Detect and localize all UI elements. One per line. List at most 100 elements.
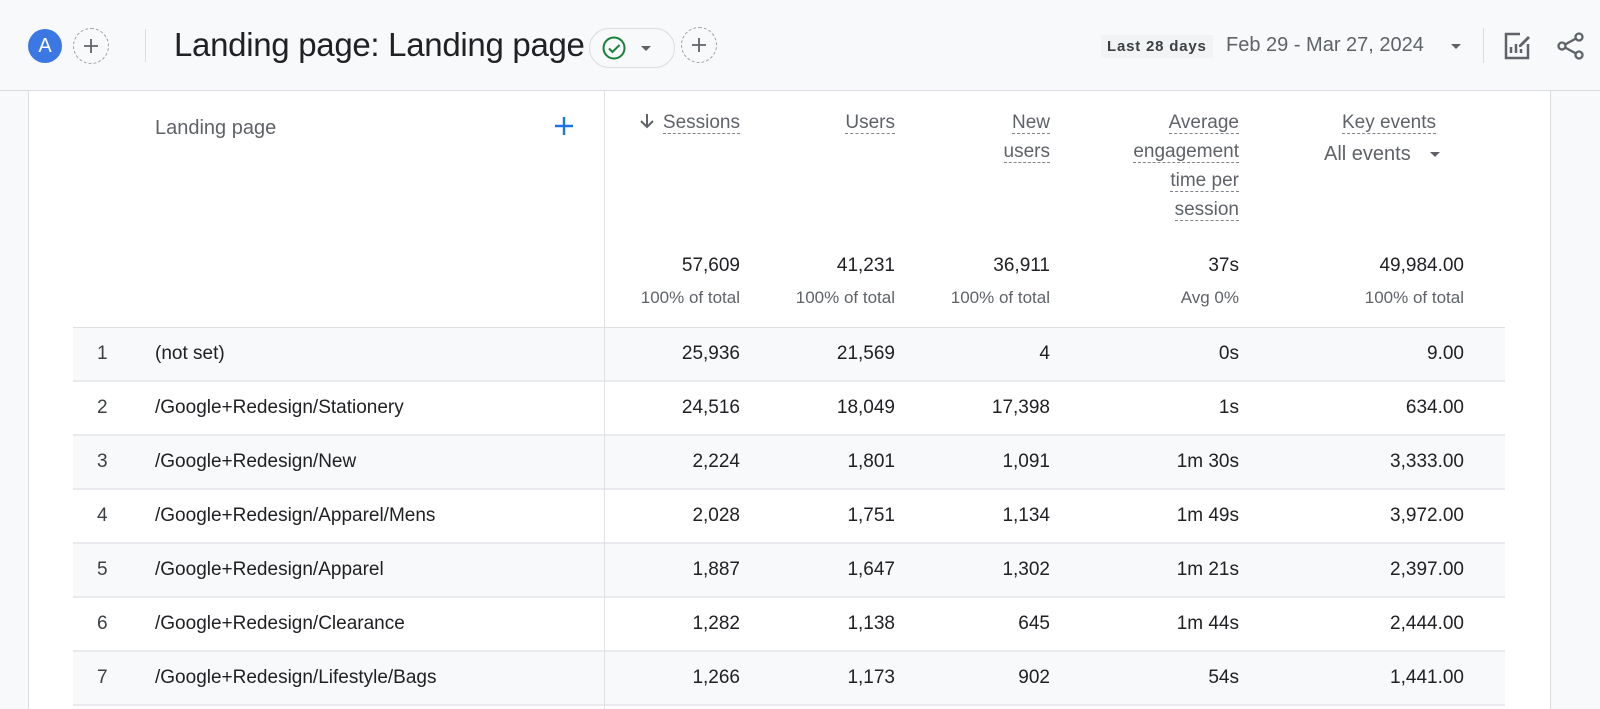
cell-key-events: 2,444.00 [1390, 613, 1464, 634]
cell-sessions: 25,936 [681, 343, 740, 364]
table-row: 3 /Google+Redesign/New 2,224 1,801 1,091… [73, 436, 1505, 490]
add-comparison-button[interactable] [73, 28, 109, 64]
row-landing-page[interactable]: /Google+Redesign/Clearance [155, 613, 405, 635]
add-filter-button[interactable] [681, 27, 717, 63]
cell-avg-engagement: 54s [1208, 667, 1239, 688]
cell-key-events: 9.00 [1427, 343, 1464, 364]
plus-icon [84, 39, 98, 53]
row-rank: 6 [97, 613, 108, 634]
divider [1483, 28, 1484, 63]
cell-sessions: 1,266 [692, 667, 740, 688]
column-header-key-events[interactable]: Key events [1342, 108, 1436, 137]
row-rank: 1 [97, 343, 108, 364]
cell-avg-engagement: 1m 30s [1176, 451, 1239, 472]
cell-users: 1,751 [847, 505, 895, 526]
table-row: 4 /Google+Redesign/Apparel/Mens 2,028 1,… [73, 490, 1505, 544]
table-row: 7 /Google+Redesign/Lifestyle/Bags 1,266 … [73, 652, 1505, 706]
cell-new-users: 17,398 [991, 397, 1050, 418]
total-sessions-sub: 100% of total [640, 288, 740, 307]
row-landing-page[interactable]: /Google+Redesign/Apparel [155, 559, 384, 581]
data-table: Landing page Sessions Users New users Av… [73, 91, 1505, 709]
divider [145, 29, 146, 62]
cell-new-users: 902 [1018, 667, 1050, 688]
cell-avg-engagement: 1m 21s [1176, 559, 1239, 580]
table-row: 6 /Google+Redesign/Clearance 1,282 1,138… [73, 598, 1505, 652]
row-landing-page[interactable]: /Google+Redesign/Apparel/Mens [155, 505, 435, 527]
cell-sessions: 2,028 [692, 505, 740, 526]
cell-key-events: 1,441.00 [1390, 667, 1464, 688]
cell-key-events: 3,333.00 [1390, 451, 1464, 472]
cell-sessions: 1,887 [692, 559, 740, 580]
cell-key-events: 2,397.00 [1390, 559, 1464, 580]
column-header-new-users[interactable]: New users [1003, 108, 1050, 166]
row-landing-page[interactable]: /Google+Redesign/Lifestyle/Bags [155, 667, 436, 689]
check-circle-icon [602, 36, 626, 60]
edit-chart-icon [1504, 32, 1530, 60]
total-avg-engagement-sub: Avg 0% [1180, 288, 1239, 307]
total-new-users: 36,911 [993, 255, 1050, 276]
table-header: Landing page Sessions Users New users Av… [73, 91, 1505, 328]
total-users-sub: 100% of total [795, 288, 895, 307]
cell-avg-engagement: 1s [1218, 397, 1239, 418]
cell-users: 1,647 [847, 559, 895, 580]
customize-report-button[interactable] [1499, 28, 1535, 64]
column-header-avg-engagement[interactable]: Average engagement time per session [1133, 108, 1239, 224]
total-sessions: 57,609 [681, 255, 740, 276]
cell-avg-engagement: 1m 49s [1176, 505, 1239, 526]
row-rank: 5 [97, 559, 108, 580]
cell-avg-engagement: 1m 44s [1176, 613, 1239, 634]
page-title: Landing page: Landing page [174, 26, 585, 63]
cell-users: 21,569 [836, 343, 895, 364]
table-row: 1 (not set) 25,936 21,569 4 0s 9.00 [73, 328, 1505, 382]
cell-sessions: 1,282 [692, 613, 740, 634]
cell-key-events: 634.00 [1405, 397, 1464, 418]
chevron-down-icon[interactable] [1451, 44, 1461, 49]
cell-users: 1,801 [847, 451, 895, 472]
column-header-users[interactable]: Users [845, 108, 895, 137]
row-landing-page[interactable]: /Google+Redesign/New [155, 451, 356, 473]
cell-new-users: 1,091 [1002, 451, 1050, 472]
chevron-down-icon [641, 45, 651, 51]
share-icon [1557, 32, 1584, 60]
table-row: 5 /Google+Redesign/Apparel 1,887 1,647 1… [73, 544, 1505, 598]
cell-users: 18,049 [836, 397, 895, 418]
plus-icon [692, 38, 706, 52]
row-rank: 3 [97, 451, 108, 472]
cell-users: 1,173 [847, 667, 895, 688]
column-divider [604, 91, 605, 709]
row-rank: 7 [97, 667, 108, 688]
row-rank: 4 [97, 505, 108, 526]
comparison-avatar[interactable]: A [28, 29, 62, 63]
arrow-down-icon [640, 114, 654, 129]
report-card: Landing page Sessions Users New users Av… [28, 91, 1551, 709]
cell-sessions: 2,224 [692, 451, 740, 472]
total-new-users-sub: 100% of total [950, 288, 1050, 307]
date-range-picker[interactable]: Feb 29 - Mar 27, 2024 [1226, 34, 1424, 57]
share-button[interactable] [1553, 28, 1589, 64]
cell-sessions: 24,516 [681, 397, 740, 418]
total-users: 41,231 [836, 255, 895, 276]
report-header: A Landing page: Landing page Last 28 day… [0, 0, 1600, 91]
cell-key-events: 3,972.00 [1390, 505, 1464, 526]
total-avg-engagement: 37s [1208, 255, 1239, 276]
add-dimension-icon[interactable] [551, 113, 577, 139]
row-landing-page[interactable]: (not set) [155, 343, 225, 365]
chevron-down-icon [1430, 152, 1441, 157]
dimension-header[interactable]: Landing page [155, 117, 276, 140]
cell-avg-engagement: 0s [1218, 343, 1239, 364]
cell-new-users: 1,134 [1002, 505, 1050, 526]
row-rank: 2 [97, 397, 108, 418]
cell-new-users: 4 [1039, 343, 1050, 364]
key-events-dropdown[interactable]: All events [1324, 143, 1441, 166]
cell-users: 1,138 [847, 613, 895, 634]
avatar-letter: A [38, 34, 52, 57]
row-landing-page[interactable]: /Google+Redesign/Stationery [155, 397, 404, 419]
date-preset-label: Last 28 days [1101, 35, 1213, 58]
cell-new-users: 645 [1018, 613, 1050, 634]
column-header-sessions[interactable]: Sessions [639, 108, 740, 137]
total-key-events-sub: 100% of total [1364, 288, 1464, 307]
report-status-dropdown[interactable] [589, 28, 675, 68]
cell-new-users: 1,302 [1002, 559, 1050, 580]
table-row: 2 /Google+Redesign/Stationery 24,516 18,… [73, 382, 1505, 436]
total-key-events: 49,984.00 [1379, 255, 1464, 276]
